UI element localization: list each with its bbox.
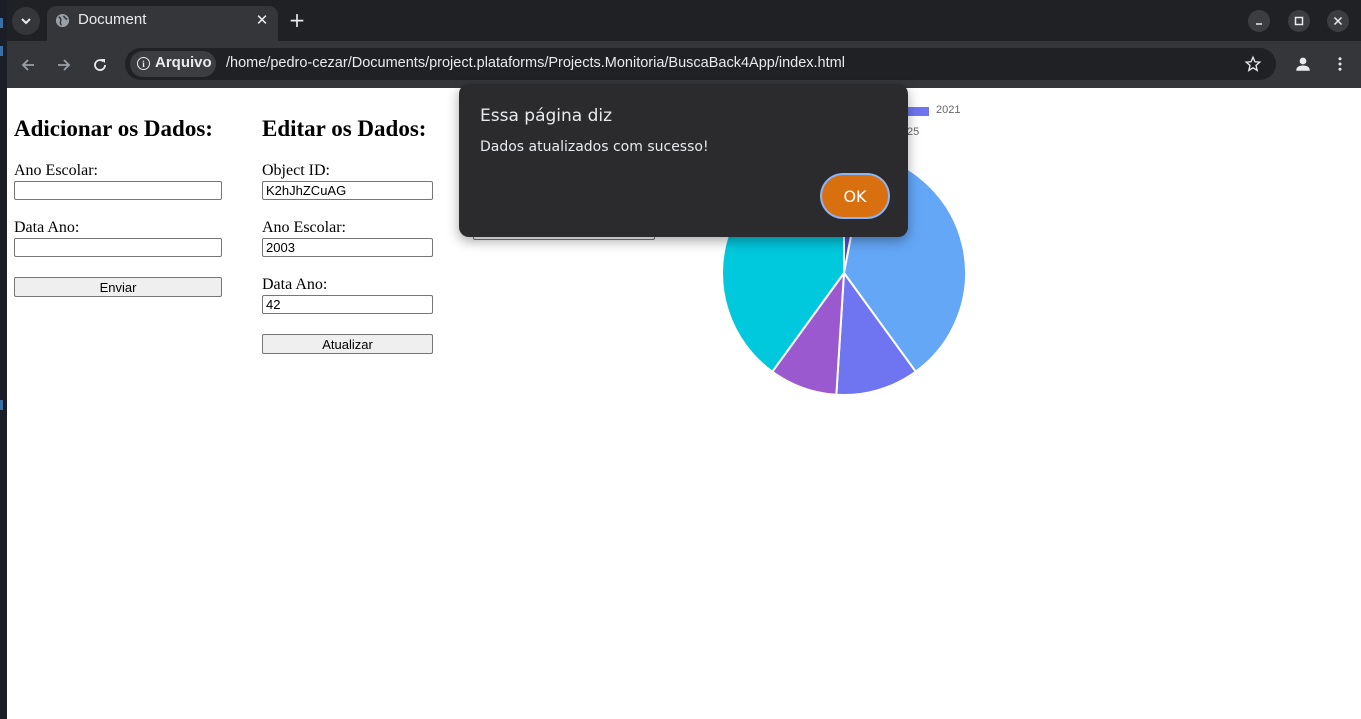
close-window-button[interactable] xyxy=(1327,10,1349,32)
dialog-ok-button[interactable]: OK xyxy=(822,175,888,217)
minimize-icon xyxy=(1256,23,1262,25)
profile-icon[interactable] xyxy=(1294,55,1312,73)
menu-kebab-icon[interactable] xyxy=(1331,55,1349,73)
minimize-button[interactable] xyxy=(1248,10,1270,32)
object-id-input[interactable]: K2hJhZCuAG xyxy=(262,181,433,200)
close-tab-icon[interactable]: ✕ xyxy=(252,10,272,30)
atualizar-button[interactable]: Atualizar xyxy=(262,334,433,354)
chevron-down-icon xyxy=(21,18,31,25)
edit-form-title: Editar os Dados: xyxy=(262,116,427,141)
maximize-icon xyxy=(1294,16,1304,26)
globe-icon xyxy=(55,13,70,28)
bookmark-star-icon[interactable] xyxy=(1244,55,1262,73)
add-form-title: Adicionar os Dados: xyxy=(14,116,213,141)
object-id-label: Object ID: xyxy=(262,162,330,179)
maximize-button[interactable] xyxy=(1288,10,1310,32)
dialog-message: Dados atualizados com sucesso! xyxy=(480,139,709,155)
info-icon: i xyxy=(137,57,150,70)
add-data-ano-label: Data Ano: xyxy=(14,219,80,236)
forward-button[interactable] xyxy=(52,53,76,77)
reload-button[interactable] xyxy=(88,53,112,77)
legend-label-2021: 2021 xyxy=(936,104,961,116)
close-icon xyxy=(1333,16,1343,26)
add-ano-escolar-input[interactable] xyxy=(14,181,222,200)
tab-search-button[interactable] xyxy=(12,7,40,35)
dialog-title: Essa página diz xyxy=(480,106,613,126)
desktop-edge xyxy=(0,0,7,719)
edit-ano-escolar-label: Ano Escolar: xyxy=(262,219,346,236)
url-text[interactable]: /home/pedro-cezar/Documents/project.plat… xyxy=(226,55,845,71)
site-info-label: Arquivo xyxy=(155,54,212,71)
reload-icon xyxy=(94,59,106,71)
tab-title: Document xyxy=(78,11,147,28)
add-data-ano-input[interactable] xyxy=(14,238,222,257)
edit-ano-escolar-input[interactable]: 2003 xyxy=(262,238,433,257)
edit-data-ano-input[interactable]: 42 xyxy=(262,295,433,314)
legend-label-25: 25 xyxy=(907,126,920,138)
arrow-right-icon xyxy=(58,59,71,71)
edit-data-ano-label: Data Ano: xyxy=(262,276,328,293)
back-button[interactable] xyxy=(16,53,40,77)
new-tab-icon[interactable]: + xyxy=(286,8,308,32)
arrow-left-icon xyxy=(21,59,34,71)
add-ano-escolar-label: Ano Escolar: xyxy=(14,162,98,179)
enviar-button[interactable]: Enviar xyxy=(14,277,222,297)
